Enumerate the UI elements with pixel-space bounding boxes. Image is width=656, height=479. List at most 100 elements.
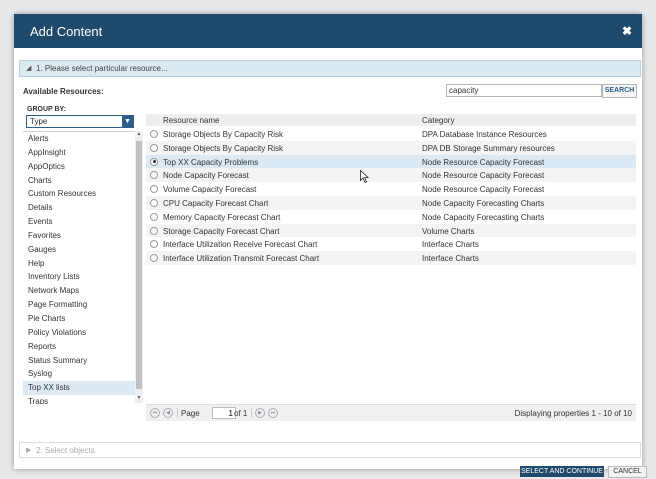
group-list-item[interactable]: Custom Resources <box>23 187 136 201</box>
row-category: Node Resource Capacity Forecast <box>422 171 545 181</box>
add-content-dialog: Add Content ✖ ◢ 1. Please select particu… <box>14 14 647 478</box>
row-category: Node Capacity Forecasting Charts <box>422 199 545 208</box>
cancel-button[interactable]: CANCEL <box>608 466 647 478</box>
group-list-item[interactable]: Charts <box>23 174 136 188</box>
table-row[interactable]: Node Capacity Forecast Node Resource Capa… <box>146 168 636 183</box>
table-row[interactable]: Storage Objects By Capacity Risk DPA Data… <box>146 127 636 141</box>
mouse-cursor-icon <box>360 170 369 183</box>
row-category: Interface Charts <box>422 254 479 264</box>
page-number-input[interactable] <box>212 407 236 419</box>
row-radio-button[interactable] <box>150 240 158 249</box>
row-radio-button[interactable] <box>150 199 158 207</box>
expand-triangle-icon: ▶ <box>26 447 32 454</box>
select-and-continue-button[interactable]: SELECT AND CONTINUE <box>520 466 604 477</box>
row-resource-name: Interface Utilization Transmit Forecast … <box>163 254 320 264</box>
next-page-icon[interactable]: ▶ <box>255 408 265 418</box>
collapse-triangle-icon: ◢ <box>26 65 32 72</box>
group-list-item[interactable]: Status Summary <box>23 354 136 368</box>
table-row[interactable]: Volume Capacity Forecast Node Resource Ca… <box>146 182 636 196</box>
row-radio-button[interactable] <box>150 212 158 221</box>
radio-dot-icon <box>152 160 156 164</box>
search-button[interactable]: SEARCH <box>602 84 637 98</box>
step1-label: 1. Please select particular resource... <box>36 64 168 73</box>
table-row[interactable]: CPU Capacity Forecast Chart Node Capacity… <box>146 196 636 210</box>
step1-header[interactable]: ◢ 1. Please select particular resource..… <box>19 60 641 77</box>
row-radio-button[interactable] <box>150 226 158 235</box>
row-resource-name: Interface Utilization Receive Forecast C… <box>163 240 318 250</box>
group-list-item[interactable]: Traps <box>23 395 136 404</box>
row-category: DPA DB Storage Summary resources <box>422 143 555 153</box>
row-category: DPA Database Instance Resources <box>422 130 547 139</box>
row-resource-name: Memory Capacity Forecast Chart <box>163 212 281 222</box>
page-of-label: of 1 <box>234 409 248 418</box>
chevron-down-icon[interactable]: ▼ <box>122 116 133 127</box>
group-list-item[interactable]: Details <box>23 201 136 215</box>
row-category: Node Capacity Forecasting Charts <box>422 212 545 222</box>
pager-separator <box>251 408 252 418</box>
group-list-item[interactable]: Gauges <box>23 243 136 257</box>
group-list-item[interactable]: Pie Charts <box>23 312 136 326</box>
table-row[interactable]: Top XX Capacity Problems Node Resource Ca… <box>146 154 636 169</box>
row-radio-button[interactable] <box>150 171 158 180</box>
group-list-item[interactable]: Network Maps <box>23 284 136 298</box>
group-list-item[interactable]: AppOptics <box>23 160 136 174</box>
group-list-item[interactable]: Alerts <box>23 132 136 146</box>
row-radio-button[interactable] <box>150 185 158 194</box>
row-resource-name: Volume Capacity Forecast <box>163 185 257 195</box>
dialog-title: Add Content <box>30 24 103 39</box>
row-radio-button[interactable] <box>150 254 158 263</box>
group-list-item[interactable]: Syslog <box>23 367 136 381</box>
group-list-item[interactable]: Events <box>23 215 136 229</box>
displaying-properties-text: Displaying properties 1 - 10 of 10 <box>514 409 632 418</box>
scroll-thumb[interactable] <box>136 141 142 389</box>
group-list-item[interactable]: Top XX lists <box>23 381 136 396</box>
table-row[interactable]: Interface Utilization Transmit Forecast … <box>146 251 636 265</box>
step2-label: 2. Select objects <box>36 446 95 455</box>
column-header-category[interactable]: Category <box>422 116 454 125</box>
row-category: Interface Charts <box>422 240 479 250</box>
group-list-item[interactable]: Help <box>23 257 136 271</box>
column-header-resource-name[interactable]: Resource name <box>163 116 219 125</box>
table-row[interactable]: Storage Objects By Capacity Risk DPA DB S… <box>146 140 636 155</box>
table-pager: ⏮ ◀ Page of 1 ▶ ⏭ Displaying properties … <box>146 404 636 421</box>
group-list-item[interactable]: Page Formatting <box>23 298 136 312</box>
prev-page-icon[interactable]: ◀ <box>163 408 173 418</box>
scroll-up-icon[interactable]: ▲ <box>135 131 143 139</box>
row-category: Volume Charts <box>422 226 475 236</box>
table-row[interactable]: Storage Capacity Forecast Chart Volume Ch… <box>146 223 636 238</box>
row-radio-button[interactable] <box>150 143 158 152</box>
last-page-icon[interactable]: ⏭ <box>268 408 278 418</box>
row-resource-name: Storage Objects By Capacity Risk <box>163 130 284 139</box>
first-page-icon[interactable]: ⏮ <box>150 408 160 418</box>
group-list-item[interactable]: Policy Violations <box>23 326 136 340</box>
group-list-item[interactable]: Inventory Lists <box>23 270 136 284</box>
available-resources-label: Available Resources: <box>23 87 104 96</box>
row-resource-name: CPU Capacity Forecast Chart <box>163 199 269 208</box>
group-list-item[interactable]: AppInsight <box>23 146 136 160</box>
row-category: Node Resource Capacity Forecast <box>422 185 545 195</box>
group-by-value: Type <box>30 117 48 126</box>
scroll-down-icon[interactable]: ▼ <box>135 395 143 403</box>
dialog-titlebar: Add Content ✖ <box>14 14 642 48</box>
search-input[interactable] <box>446 84 602 97</box>
page-label: Page <box>181 409 200 418</box>
group-list-item[interactable]: Reports <box>23 340 136 354</box>
row-radio-button[interactable] <box>150 130 158 138</box>
table-row[interactable]: Interface Utilization Receive Forecast C… <box>146 237 636 251</box>
step2-header[interactable]: ▶ 2. Select objects <box>19 442 641 458</box>
group-list-scrollbar[interactable]: ▲ ▼ <box>135 131 143 403</box>
row-resource-name: Storage Objects By Capacity Risk <box>163 143 284 153</box>
row-category: Node Resource Capacity Forecast <box>422 157 545 167</box>
row-radio-button[interactable] <box>150 157 158 166</box>
group-by-select[interactable]: Type ▼ <box>26 115 134 128</box>
group-by-label: GROUP BY: <box>27 106 67 113</box>
table-header: Resource name Category <box>146 114 636 126</box>
row-resource-name: Top XX Capacity Problems <box>163 157 259 167</box>
resource-table: Resource name Category Storage Objects B… <box>146 114 636 402</box>
close-icon[interactable]: ✖ <box>622 24 632 38</box>
pager-separator <box>177 408 178 418</box>
row-resource-name: Node Capacity Forecast <box>163 171 249 181</box>
group-list-item[interactable]: Favorites <box>23 229 136 243</box>
table-row[interactable]: Memory Capacity Forecast Chart Node Capac… <box>146 210 636 224</box>
group-list: Alerts AppInsight AppOptics Charts Custom Re… <box>23 131 136 404</box>
